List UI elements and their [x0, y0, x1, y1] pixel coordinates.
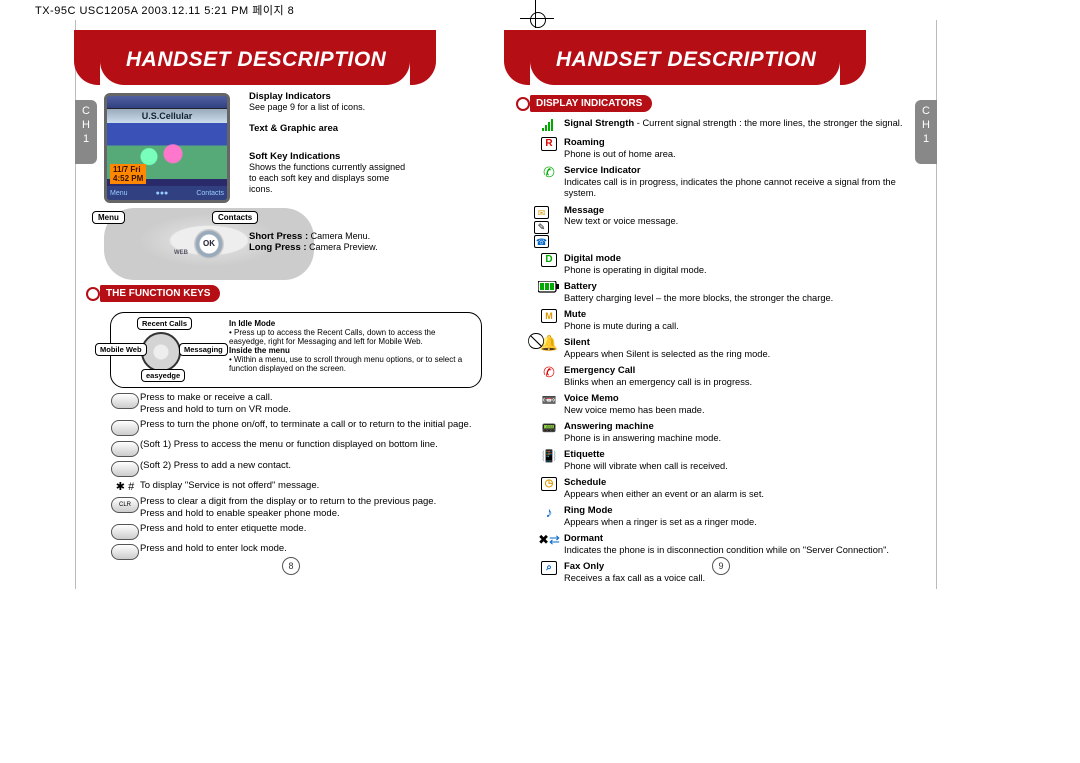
indicator-icon: 📼 [534, 393, 564, 407]
indicator-text: RoamingPhone is out of home area. [564, 137, 676, 160]
page-banner: HANDSET DESCRIPTION [506, 30, 936, 85]
file-header: TX-95C USC1205A 2003.12.11 5:21 PM 페이지 8 [35, 2, 294, 18]
page-number: 8 [282, 557, 300, 575]
softkey-right: Contacts [196, 190, 224, 197]
indicator-icon [534, 281, 564, 293]
indicator-text: Emergency CallBlinks when an emergency c… [564, 365, 752, 388]
clr-key-icon: CLR [110, 496, 140, 513]
callout-softkey: Soft Key IndicationsShows the functions … [249, 151, 409, 195]
pill-messaging: Messaging [179, 343, 228, 356]
indicator-row: ♪Ring ModeAppears when a ringer is set a… [534, 505, 916, 528]
pill-menu: Menu [92, 211, 125, 224]
indicator-icon: ♪ [534, 505, 564, 519]
phone-illustration: U.S.Cellular 11/7 Fri4:52 PM Menu●●●Cont… [104, 93, 506, 283]
indicator-row: ✖⇄DormantIndicates the phone is in disco… [534, 533, 916, 556]
indicator-row: 📼Voice MemoNew voice memo has been made. [534, 393, 916, 416]
indicator-text: Digital modePhone is operating in digita… [564, 253, 707, 276]
callout-display-indicators: Display IndicatorsSee page 9 for a list … [249, 91, 429, 113]
indicator-row: 🔔⃠SilentAppears when Silent is selected … [534, 337, 916, 360]
indicator-row: BatteryBattery charging level – the more… [534, 281, 916, 304]
key-row: Press and hold to enter etiquette mode. [110, 523, 482, 540]
indicator-icon: ◷ [534, 477, 564, 491]
pill-recent-calls: Recent Calls [137, 317, 192, 330]
indicator-text: BatteryBattery charging level – the more… [564, 281, 833, 304]
end-key-icon [110, 419, 140, 436]
indicator-icon: D [534, 253, 564, 267]
etiquette-key-icon [110, 523, 140, 540]
indicator-text: ScheduleAppears when either an event or … [564, 477, 764, 500]
key-row: ✱ #To display "Service is not offerd" me… [110, 480, 482, 493]
chapter-tab: C H 1 [75, 100, 97, 164]
soft2-key-icon [110, 460, 140, 477]
indicator-row: DDigital modePhone is operating in digit… [534, 253, 916, 276]
indicator-icon: 🔔⃠ [534, 337, 564, 351]
indicator-text: Service Indicator Indicates call is in p… [564, 165, 916, 200]
indicator-text: MutePhone is mute during a call. [564, 309, 679, 332]
indicator-icon: R [534, 137, 564, 151]
banner-title: HANDSET DESCRIPTION [126, 48, 386, 72]
indicator-text: EtiquettePhone will vibrate when call is… [564, 449, 728, 472]
section-display-indicators: DISPLAY INDICATORS [530, 95, 652, 112]
lock-key-icon [110, 543, 140, 560]
indicator-icon: ✆ [534, 365, 564, 379]
indicator-icon: 📳 [534, 449, 564, 463]
indicator-row: Signal Strength - Current signal strengt… [534, 118, 916, 132]
indicator-text: Voice MemoNew voice memo has been made. [564, 393, 705, 416]
indicator-row: ◷ScheduleAppears when either an event or… [534, 477, 916, 500]
page-left: C H 1 HANDSET DESCRIPTION U.S.Cellular 1… [75, 20, 506, 589]
softkey-left: Menu [110, 190, 128, 197]
pill-mobile-web: Mobile Web [95, 343, 147, 356]
pill-easyedge: easyedge [141, 369, 185, 382]
indicator-text: Fax OnlyReceives a fax call as a voice c… [564, 561, 705, 584]
indicator-icon [534, 118, 564, 132]
indicator-row: 📳EtiquettePhone will vibrate when call i… [534, 449, 916, 472]
key-row: (Soft 2) Press to add a new contact. [110, 460, 482, 477]
screen-datetime: 11/7 Fri4:52 PM [110, 164, 146, 184]
indicator-row: ✆Service Indicator Indicates call is in … [534, 165, 916, 200]
indicator-text: Ring ModeAppears when a ringer is set as… [564, 505, 757, 528]
key-row: (Soft 1) Press to access the menu or fun… [110, 439, 482, 456]
indicator-icon: 📟 [534, 421, 564, 435]
key-row: Press to make or receive a call. Press a… [110, 392, 482, 416]
indicator-text: Answering machinePhone is in answering m… [564, 421, 721, 444]
indicator-row: MMutePhone is mute during a call. [534, 309, 916, 332]
indicator-icon: ⌕ [534, 561, 564, 575]
phone-screen: U.S.Cellular 11/7 Fri4:52 PM Menu●●●Cont… [104, 93, 230, 203]
chapter-tab: C H 1 [915, 100, 937, 164]
indicator-text: DormantIndicates the phone is in disconn… [564, 533, 889, 556]
send-key-icon [110, 392, 140, 409]
key-row: CLRPress to clear a digit from the displ… [110, 496, 482, 520]
indicator-row: ✉✎☎MessageNew text or voice message. [534, 205, 916, 249]
page-number: 9 [712, 557, 730, 575]
indicator-row: RRoamingPhone is out of home area. [534, 137, 916, 160]
indicator-icon: ✆ [534, 165, 564, 179]
callout-text-area: Text & Graphic area [249, 123, 338, 134]
page-right: C H 1 HANDSET DESCRIPTION DISPLAY INDICA… [506, 20, 937, 589]
indicator-text: Signal Strength - Current signal strengt… [564, 118, 902, 130]
indicator-icon: ✉✎☎ [534, 205, 564, 249]
carrier-label: U.S.Cellular [107, 109, 227, 123]
pill-contacts: Contacts [212, 211, 258, 224]
star-hash-icon: ✱ # [110, 480, 140, 493]
section-function-keys: THE FUNCTION KEYS [100, 285, 220, 302]
page-banner: HANDSET DESCRIPTION [76, 30, 506, 85]
callout-press: Short Press : Camera Menu. Long Press : … [249, 231, 429, 253]
indicator-icon: M [534, 309, 564, 323]
indicator-list: Signal Strength - Current signal strengt… [534, 118, 916, 584]
navkey-diagram: Recent Calls Mobile Web Messaging easyed… [110, 312, 482, 388]
indicator-icon: ✖⇄ [534, 533, 564, 547]
indicator-text: SilentAppears when Silent is selected as… [564, 337, 770, 360]
key-row: Press to turn the phone on/off, to termi… [110, 419, 482, 436]
indicator-row: ✆Emergency CallBlinks when an emergency … [534, 365, 916, 388]
banner-title: HANDSET DESCRIPTION [556, 48, 816, 72]
indicator-row: 📟Answering machinePhone is in answering … [534, 421, 916, 444]
indicator-text: MessageNew text or voice message. [564, 205, 678, 228]
soft1-key-icon [110, 439, 140, 456]
navkey-text: In Idle Mode• Press up to access the Rec… [229, 319, 473, 373]
